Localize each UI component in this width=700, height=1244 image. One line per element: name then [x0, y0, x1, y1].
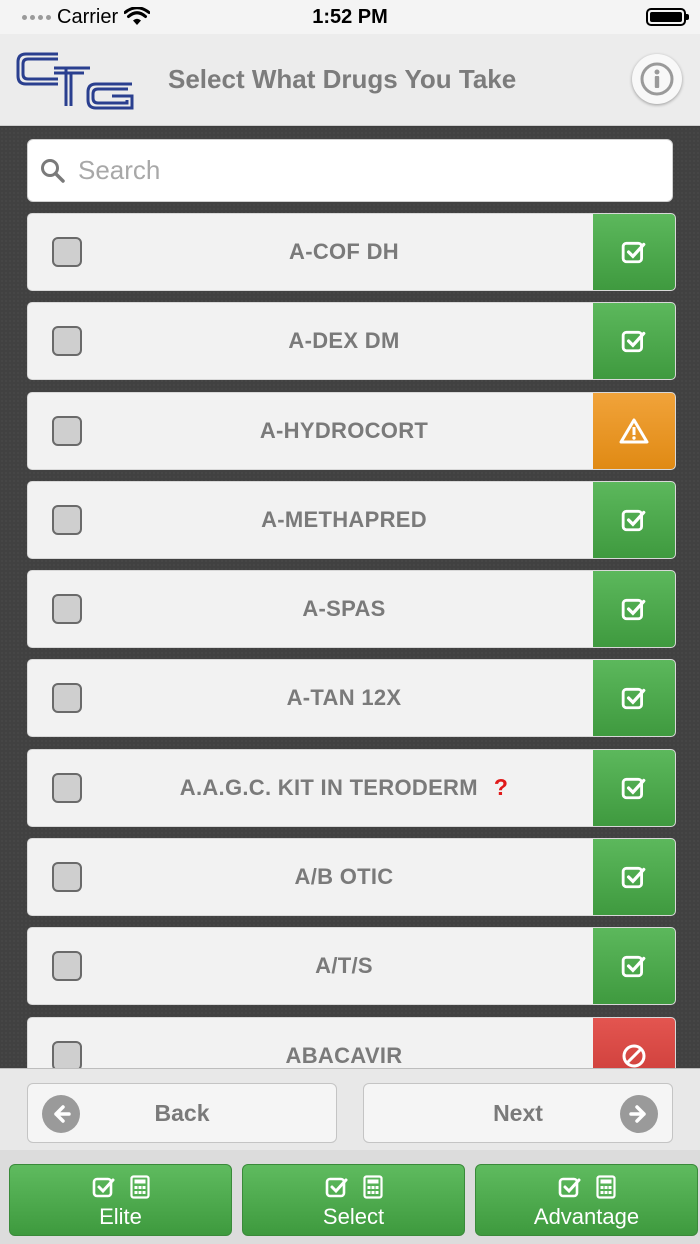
back-button[interactable]: Back — [27, 1083, 337, 1143]
coverage-status-button[interactable] — [593, 392, 675, 469]
check-icon — [621, 239, 647, 265]
drug-name: A-DEX DM — [94, 328, 594, 354]
drug-name: A/B OTIC — [94, 864, 594, 890]
signal-icon — [22, 14, 51, 20]
coverage-status-button[interactable] — [593, 1017, 675, 1068]
drug-row[interactable]: A-METHAPRED — [27, 480, 676, 559]
drug-name: A-TAN 12X — [94, 685, 594, 711]
plan-tab-bar: Elite Select Advantage — [0, 1150, 700, 1244]
drug-name: A-HYDROCORT — [94, 418, 594, 444]
drug-checkbox[interactable] — [52, 237, 82, 267]
drug-row[interactable]: A/T/S — [27, 927, 676, 1006]
drug-row[interactable]: A-DEX DM — [27, 302, 676, 381]
drug-name-label: A.A.G.C. KIT IN TERODERM — [179, 775, 478, 801]
drug-row[interactable]: A-COF DH — [27, 213, 676, 291]
drug-name-label: A/B OTIC — [294, 864, 394, 890]
status-bar: Carrier 1:52 PM — [0, 0, 700, 34]
check-icon — [325, 1177, 347, 1198]
coverage-status-button[interactable] — [593, 214, 675, 290]
check-icon — [621, 596, 647, 622]
drug-name-label: A-METHAPRED — [261, 506, 427, 532]
arrow-left-icon — [42, 1095, 80, 1133]
drug-name-label: A-DEX DM — [288, 328, 400, 354]
blocked-icon — [621, 1043, 647, 1068]
search-bar — [27, 139, 673, 202]
warning-icon — [619, 418, 649, 444]
drug-name: ABACAVIR — [94, 1043, 594, 1068]
drug-row[interactable]: A-SPAS — [27, 570, 676, 649]
search-icon — [41, 158, 65, 183]
drug-name: A-COF DH — [94, 239, 594, 265]
tab-elite[interactable]: Elite — [9, 1164, 232, 1236]
drug-checkbox[interactable] — [52, 594, 82, 625]
drug-name: A-SPAS — [94, 596, 594, 622]
carrier-label: Carrier — [57, 5, 119, 28]
drug-name: A-METHAPRED — [94, 507, 594, 533]
drug-row[interactable]: A-HYDROCORT — [27, 391, 676, 470]
battery-icon — [646, 8, 689, 26]
question-mark-icon[interactable]: ? — [494, 774, 508, 800]
drug-row[interactable]: A.A.G.C. KIT IN TERODERM? — [27, 748, 676, 827]
tab-label: Elite — [99, 1204, 142, 1229]
drug-checkbox[interactable] — [52, 862, 82, 893]
coverage-status-button[interactable] — [593, 839, 675, 916]
coverage-status-button[interactable] — [593, 481, 675, 558]
drug-checkbox[interactable] — [52, 504, 82, 535]
nav-bar: Back Next — [0, 1068, 700, 1150]
drug-checkbox[interactable] — [52, 683, 82, 714]
status-left: Carrier — [22, 5, 151, 29]
coverage-status-button[interactable] — [593, 749, 675, 826]
next-label: Next — [493, 1099, 543, 1126]
drug-checkbox[interactable] — [52, 326, 82, 357]
drug-checkbox[interactable] — [52, 415, 82, 446]
drug-name-label: A-HYDROCORT — [259, 417, 429, 443]
coverage-status-button[interactable] — [593, 571, 675, 648]
search-input[interactable] — [78, 155, 638, 186]
page-title: Select What Drugs You Take — [168, 64, 517, 94]
drug-name-label: A-TAN 12X — [286, 685, 402, 711]
coverage-status-button[interactable] — [593, 928, 675, 1005]
info-button[interactable] — [632, 54, 682, 104]
info-icon — [640, 62, 674, 96]
drug-list: A-COF DH A-DEX DM A-HYDROCORT A-METHAPRED A-… — [27, 213, 676, 1068]
arrow-right-icon — [620, 1095, 658, 1133]
check-icon — [621, 507, 647, 533]
calculator-icon — [362, 1175, 383, 1199]
drug-name: A/T/S — [94, 953, 594, 979]
check-icon — [92, 1177, 114, 1198]
cfg-logo — [16, 52, 134, 110]
check-icon — [621, 328, 647, 354]
drug-name-label: A/T/S — [315, 953, 373, 979]
drug-row[interactable]: ABACAVIR — [27, 1016, 676, 1068]
tab-label: Select — [322, 1204, 385, 1229]
drug-checkbox[interactable] — [52, 951, 82, 982]
drug-name: A.A.G.C. KIT IN TERODERM? — [94, 774, 594, 801]
drug-checkbox[interactable] — [52, 1040, 82, 1068]
calculator-icon — [595, 1175, 616, 1199]
tab-label: Advantage — [533, 1204, 640, 1229]
drug-name-label: A-SPAS — [302, 596, 386, 622]
drug-checkbox[interactable] — [52, 772, 82, 803]
app-header: Select What Drugs You Take — [0, 34, 700, 126]
check-icon — [621, 685, 647, 711]
wifi-icon — [124, 7, 151, 25]
coverage-status-button[interactable] — [593, 303, 675, 380]
drug-name-label: A-COF DH — [289, 239, 399, 264]
check-icon — [621, 864, 647, 890]
check-icon — [621, 953, 647, 979]
check-icon — [558, 1177, 580, 1198]
back-label: Back — [154, 1099, 210, 1126]
drug-list-area: A-COF DH A-DEX DM A-HYDROCORT A-METHAPRED A-… — [0, 127, 700, 1068]
drug-row[interactable]: A/B OTIC — [27, 838, 676, 917]
drug-row[interactable]: A-TAN 12X — [27, 659, 676, 738]
check-icon — [621, 775, 647, 801]
next-button[interactable]: Next — [363, 1083, 673, 1143]
calculator-icon — [129, 1175, 150, 1199]
tab-select[interactable]: Select — [242, 1164, 465, 1236]
coverage-status-button[interactable] — [593, 660, 675, 737]
tab-advantage[interactable]: Advantage — [475, 1164, 698, 1236]
drug-name-label: ABACAVIR — [285, 1042, 403, 1068]
